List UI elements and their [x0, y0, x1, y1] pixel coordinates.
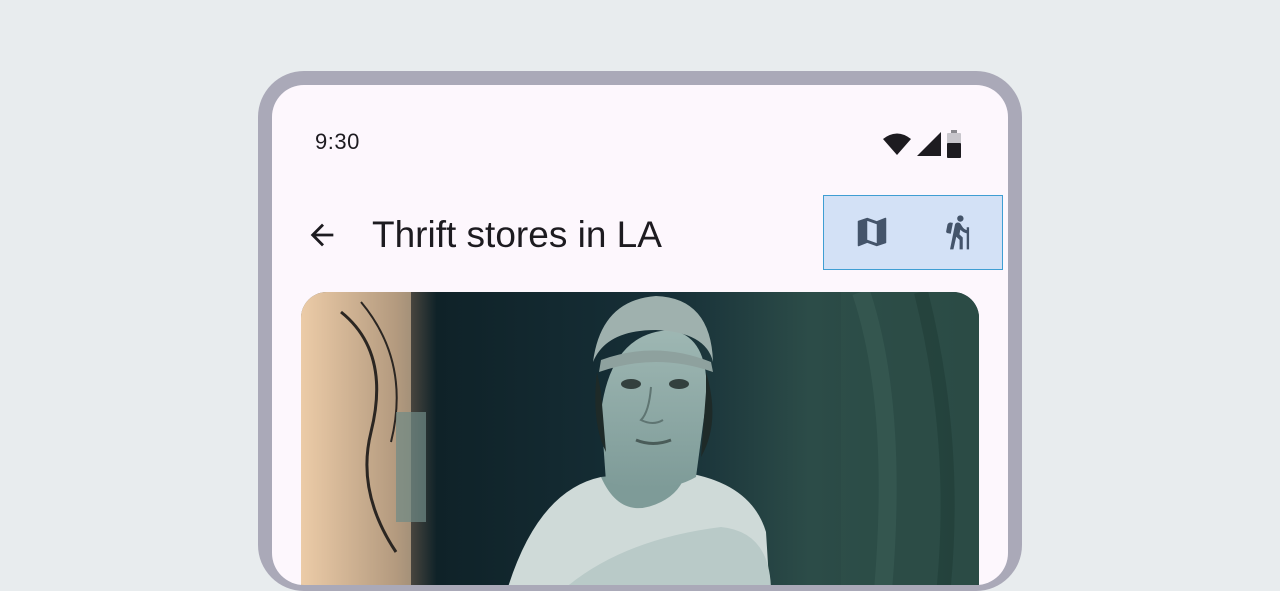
arrow-back-icon [305, 218, 339, 257]
hiking-button[interactable] [934, 210, 982, 258]
hiking-icon [939, 213, 977, 256]
map-icon [853, 213, 891, 256]
back-button[interactable] [300, 215, 344, 259]
hero-photo [301, 292, 979, 585]
page-title: Thrift stores in LA [372, 214, 662, 255]
top-app-bar: Thrift stores in LA [272, 195, 1008, 275]
portrait-image [301, 292, 979, 585]
status-time: 9:30 [315, 129, 360, 154]
status-icons [882, 129, 962, 159]
wifi-icon [882, 132, 912, 156]
cellular-signal-icon [916, 131, 942, 157]
map-button[interactable] [848, 210, 896, 258]
battery-icon [946, 130, 962, 158]
phone-screen: 9:30 Thrift stores in LA [272, 85, 1008, 585]
action-buttons-group [823, 195, 1003, 270]
